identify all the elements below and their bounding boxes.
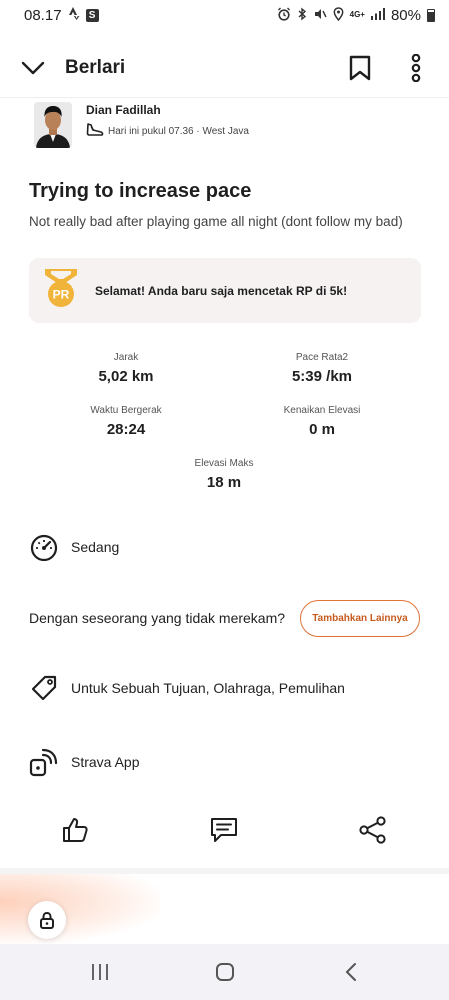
stat-value: 28:24	[106, 421, 146, 438]
recent-apps-icon[interactable]	[85, 958, 115, 986]
stat-moving-time: Waktu Bergerak 28:24	[26, 405, 226, 438]
share-icon[interactable]	[357, 814, 389, 846]
chevron-down-icon[interactable]	[18, 53, 48, 83]
activity-datetime-location: Hari ini pukul 07.36 · West Java	[108, 126, 249, 137]
shoe-icon	[86, 123, 104, 140]
effort-row[interactable]: Sedang	[29, 532, 119, 562]
activity-title: Trying to increase pace	[29, 180, 252, 202]
stat-value: 5,02 km	[98, 368, 154, 385]
signal-icon	[370, 7, 385, 23]
battery-percentage: 80%	[390, 6, 421, 24]
status-bar: 08.17 S 4G+ 80%	[0, 0, 449, 30]
more-vertical-icon[interactable]	[401, 53, 431, 83]
pr-achievement-card[interactable]: PR Selamat! Anda baru saja mencetak RP d…	[29, 258, 421, 323]
stat-label: Waktu Bergerak	[90, 405, 162, 416]
page-title: Berlari	[65, 56, 126, 78]
device-signal-icon	[29, 747, 59, 777]
stat-elevation-gain: Kenaikan Elevasi 0 m	[222, 405, 422, 438]
bookmark-icon[interactable]	[345, 53, 375, 83]
pr-medal-label: PR	[53, 288, 70, 302]
home-icon[interactable]	[210, 958, 240, 986]
network-type: 4G+	[349, 10, 365, 19]
avatar[interactable]	[34, 102, 72, 148]
system-navigation-bar	[0, 944, 449, 1000]
stat-max-elevation: Elevasi Maks 18 m	[124, 458, 324, 491]
tags-label: Untuk Sebuah Tujuan, Olahraga, Pemulihan	[71, 680, 345, 696]
tag-icon	[29, 673, 59, 703]
activity-description: Not really bad after playing game all ni…	[29, 214, 403, 229]
bluetooth-icon	[297, 7, 307, 24]
back-icon[interactable]	[336, 958, 366, 986]
stat-label: Elevasi Maks	[194, 458, 254, 469]
background-glow	[0, 874, 160, 944]
stat-value: 18 m	[206, 474, 242, 491]
athlete-header: Dian Fadillah Hari ini pukul 07.36 · Wes…	[34, 102, 249, 148]
comment-icon[interactable]	[208, 814, 240, 846]
stat-distance: Jarak 5,02 km	[26, 352, 226, 385]
with-others-question: Dengan seseorang yang tidak merekam?	[29, 610, 286, 626]
pr-medal-icon: PR	[41, 267, 81, 314]
thumbs-up-icon[interactable]	[59, 814, 91, 846]
pr-message: Selamat! Anda baru saja mencetak RP di 5…	[95, 283, 348, 298]
stat-value: 5:39 /km	[291, 368, 353, 385]
speedometer-icon	[29, 532, 59, 562]
stat-value: 0 m	[309, 421, 335, 438]
social-action-bar	[0, 808, 449, 852]
effort-label: Sedang	[71, 539, 120, 555]
strava-notification-icon	[68, 7, 80, 23]
add-others-button[interactable]: Tambahkan Lainnya	[300, 600, 420, 637]
lock-icon[interactable]	[28, 901, 66, 939]
stat-label: Pace Rata2	[295, 352, 349, 363]
tags-row[interactable]: Untuk Sebuah Tujuan, Olahraga, Pemulihan	[29, 673, 345, 703]
status-time: 08.17	[24, 6, 62, 24]
app-bar: Berlari	[0, 38, 449, 98]
stat-avg-pace: Pace Rata2 5:39 /km	[222, 352, 422, 385]
athlete-name[interactable]: Dian Fadillah	[86, 103, 249, 117]
stat-label: Kenaikan Elevasi	[283, 405, 361, 416]
device-row: Strava App	[29, 747, 140, 777]
battery-icon	[427, 8, 435, 22]
mute-icon	[313, 7, 327, 24]
location-icon	[333, 6, 344, 24]
stat-label: Jarak	[113, 352, 139, 363]
app-notification-icon: S	[85, 8, 99, 22]
alarm-icon	[277, 7, 291, 24]
device-label: Strava App	[71, 754, 140, 770]
